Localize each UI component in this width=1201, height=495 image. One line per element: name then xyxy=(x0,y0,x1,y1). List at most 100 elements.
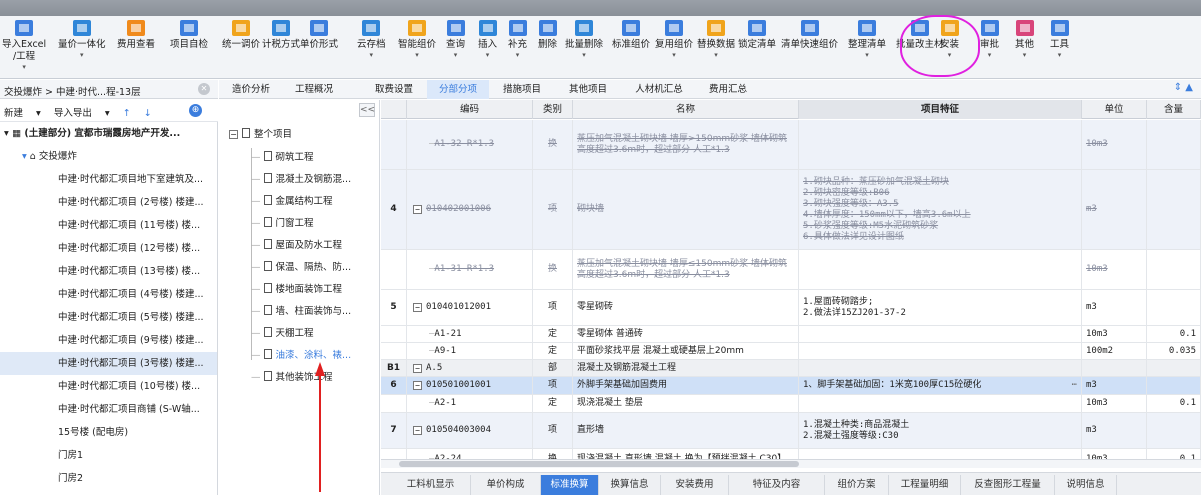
bottom-tab-3[interactable]: 换算信息 xyxy=(599,475,661,495)
ribbon-button-supplement[interactable]: 补充 ▾ xyxy=(508,20,527,60)
cell-feature[interactable]: 1、脚手架基础加固：1米宽100厚C15砼硬化 ⋯ xyxy=(799,377,1082,394)
tab-7[interactable]: 费用汇总 xyxy=(697,80,759,99)
cell-feature[interactable] xyxy=(799,360,1082,376)
tree-root[interactable]: − 整个项目 xyxy=(229,125,292,145)
table-row[interactable]: — A2-1 定 现浇混凝土 垫层 10m3 0.1 xyxy=(381,395,1201,413)
project-tree-item[interactable]: 中建·时代都汇项目 (11号楼) 楼... xyxy=(0,214,217,237)
project-tree-item[interactable]: 中建·时代都汇项目 (12号楼) 楼... xyxy=(0,237,217,260)
tree-node[interactable]: — 金属结构工程 xyxy=(251,192,333,212)
table-row[interactable]: B1 − A.5 部 混凝土及钢筋混凝土工程 xyxy=(381,360,1201,377)
project-tree-item[interactable]: 门房2 xyxy=(0,467,217,490)
bottom-tab-4[interactable]: 安装费用 xyxy=(661,475,729,495)
ribbon-button-delete[interactable]: 删除 xyxy=(538,20,557,51)
ribbon-button-smart-price[interactable]: 智能组价 ▾ xyxy=(398,20,436,60)
project-tree-item[interactable]: 中建·时代都汇项目地下室建筑及... xyxy=(0,168,217,191)
add-circle-icon[interactable]: ⊕ xyxy=(189,104,202,117)
cell-name[interactable]: 直形墙 xyxy=(573,413,799,448)
cell-name[interactable]: 零星砌砖 xyxy=(573,290,799,325)
tree-node[interactable]: — 墙、柱面装饰与... xyxy=(251,302,351,322)
tree-node[interactable]: — 混凝土及钢筋混... xyxy=(251,170,351,190)
project-tree-item[interactable]: ▾ ⌂ 交投爆炸 xyxy=(0,145,217,168)
collapse-row-icon[interactable]: − xyxy=(413,381,422,390)
table-row[interactable]: — A9-1 定 平面砂浆找平层 混凝土或硬基层上20mm 100m2 0.035 xyxy=(381,343,1201,360)
cell-feature[interactable]: 1.砌块品种：蒸压砂加气混凝土砌块 2.砌块密度等级:B06 3.砌块强度等级：… xyxy=(799,170,1082,249)
dropdown-arrow-icon[interactable]: ▾ xyxy=(454,51,458,60)
table-row[interactable]: — A2-24 换现浇混凝土 直形墙 混凝土 换为【预拌混凝土 C30】 10m3 0… xyxy=(381,449,1201,459)
table-row[interactable]: — A1-31 R*1.3 换 蒸压加气混凝土砌块墙 墙厚≤150mm砂浆 墙体砌筑… xyxy=(381,250,1201,290)
dropdown-arrow-icon[interactable]: ▾ xyxy=(486,51,490,60)
dropdown-arrow-icon[interactable]: ▾ xyxy=(22,63,26,72)
tab-bar-controls-icon[interactable]: ⇕ ▲ xyxy=(1174,82,1193,93)
cell-feature[interactable]: 1.混凝土种类:商品混凝土 2.混凝土强度等级:C30 xyxy=(799,413,1082,448)
project-tree-item[interactable]: 中建·时代都汇项目 (10号楼) 楼... xyxy=(0,375,217,398)
project-tree-item[interactable]: 中建·时代都汇项目商铺 (S-W轴... xyxy=(0,398,217,421)
tree-node[interactable]: — 楼地面装饰工程 xyxy=(251,280,342,300)
ribbon-button-other[interactable]: 其他 ▾ xyxy=(1015,20,1034,60)
dropdown-arrow-icon[interactable]: ▾ xyxy=(80,51,84,60)
collapse-row-icon[interactable]: − xyxy=(413,363,422,373)
ribbon-button-replace-data[interactable]: 替换数据 ▾ xyxy=(697,20,735,60)
bottom-tab-0[interactable]: 工料机显示 xyxy=(391,475,471,495)
bottom-tab-2[interactable]: 标准换算 xyxy=(541,475,599,495)
ribbon-button-reuse-price[interactable]: 复用组价 ▾ xyxy=(655,20,693,60)
ribbon-button-unit-price[interactable]: 单价形式 xyxy=(300,20,338,51)
move-down-icon[interactable]: ↓ xyxy=(144,108,152,119)
cell-name[interactable]: 零星砌体 普通砖 xyxy=(573,326,799,342)
ribbon-button-search[interactable]: 查询 ▾ xyxy=(446,20,465,60)
cell-feature[interactable] xyxy=(799,343,1082,359)
horizontal-scrollbar[interactable] xyxy=(381,459,1201,468)
cell-feature[interactable] xyxy=(799,449,1082,459)
ribbon-button-cost-view[interactable]: 费用查看 xyxy=(117,20,155,51)
cell-feature[interactable] xyxy=(799,250,1082,289)
dropdown-arrow-icon[interactable]: ▾ xyxy=(582,51,586,60)
cell-feature[interactable] xyxy=(799,395,1082,412)
move-up-icon[interactable]: ↑ xyxy=(123,108,131,119)
table-row[interactable]: 7 −010504003004 项 直形墙 1.混凝土种类:商品混凝土 2.混凝土强度等… xyxy=(381,413,1201,449)
cell-name[interactable]: 现浇混凝土 直形墙 混凝土 换为【预拌混凝土 C30】 xyxy=(573,449,799,459)
table-row[interactable]: 4 −010402001006 项 砌块墙 1.砌块品种：蒸压砂加气混凝土砌块 2.砌块… xyxy=(381,170,1201,250)
ribbon-button-tools[interactable]: 工具 ▾ xyxy=(1050,20,1069,60)
collapse-row-icon[interactable]: − xyxy=(413,426,422,435)
tab-0[interactable]: 造价分析 xyxy=(219,80,283,99)
ribbon-button-cloud-save[interactable]: 云存档 ▾ xyxy=(357,20,386,60)
ribbon-button-arrange-list[interactable]: 整理清单 ▾ xyxy=(848,20,886,60)
tab-4[interactable]: 措施项目 xyxy=(491,80,553,99)
dropdown-arrow-icon[interactable]: ▾ xyxy=(516,51,520,60)
table-row[interactable]: — A1-32 R*1.3 换 蒸压加气混凝土砌块墙 墙厚>150mm砂浆 墙体砌筑… xyxy=(381,120,1201,170)
ribbon-button-quick-price[interactable]: 清单快速组价 xyxy=(781,20,838,51)
collapse-panel-button[interactable]: << xyxy=(359,103,375,117)
bottom-tab-5[interactable]: 特征及内容 xyxy=(729,475,825,495)
tab-1[interactable]: 工程概况 xyxy=(284,80,344,99)
cell-name[interactable]: 蒸压加气混凝土砌块墙 墙厚≤150mm砂浆 墙体砌筑高度超过3.6m时，超过部分… xyxy=(573,250,799,289)
cell-feature[interactable]: 1.屋面砖砌踏步; 2.做法详15ZJ201-37-2 xyxy=(799,290,1082,325)
dropdown-arrow-icon[interactable]: ▾ xyxy=(1058,51,1062,60)
tree-node[interactable]: — 油漆、涂料、裱... xyxy=(251,346,351,366)
cell-name[interactable]: 现浇混凝土 垫层 xyxy=(573,395,799,412)
project-tree-item[interactable]: 中建·时代都汇项目 (3号楼) 楼建... xyxy=(0,352,217,375)
project-tree-item[interactable]: 中建·时代都汇项目 (4号楼) 楼建... xyxy=(0,283,217,306)
tab-6[interactable]: 人材机汇总 xyxy=(622,80,696,99)
ribbon-button-self-check[interactable]: 项目自检 xyxy=(170,20,208,51)
expand-arrow-icon[interactable]: ▾ xyxy=(4,128,12,139)
new-button[interactable]: 新建 ▾ xyxy=(4,108,41,119)
dropdown-arrow-icon[interactable]: ▾ xyxy=(415,51,419,60)
bottom-tab-1[interactable]: 单价构成 xyxy=(471,475,541,495)
ribbon-button-lock-list[interactable]: 锁定清单 xyxy=(738,20,776,51)
cell-name[interactable]: 混凝土及钢筋混凝土工程 xyxy=(573,360,799,376)
table-row[interactable]: 6 −010501001001 项 外脚手架基础加固费用 1、脚手架基础加固：1米宽10… xyxy=(381,377,1201,395)
cell-name[interactable]: 平面砂浆找平层 混凝土或硬基层上20mm xyxy=(573,343,799,359)
expand-arrow-icon[interactable]: ▾ xyxy=(22,151,30,162)
scroll-thumb[interactable] xyxy=(399,461,799,467)
ribbon-button-insert[interactable]: 插入 ▾ xyxy=(478,20,497,60)
cell-feature[interactable] xyxy=(799,326,1082,342)
tree-node[interactable]: — 天棚工程 xyxy=(251,324,314,344)
dropdown-arrow-icon[interactable]: ▾ xyxy=(1023,51,1027,60)
table-row[interactable]: — A1-21 定 零星砌体 普通砖 10m3 0.1 xyxy=(381,326,1201,343)
project-tree-item[interactable]: 中建·时代都汇项目 (2号楼) 楼建... xyxy=(0,191,217,214)
ribbon-button-approve[interactable]: 审批 ▾ xyxy=(980,20,999,60)
ribbon-button-tax-mode[interactable]: 计税方式 xyxy=(262,20,300,51)
tab-3[interactable]: 分部分项 xyxy=(427,80,489,99)
dropdown-arrow-icon[interactable]: ▾ xyxy=(865,51,869,60)
cell-name[interactable]: 外脚手架基础加固费用 xyxy=(573,377,799,394)
project-tree-item[interactable]: 中建·时代都汇项目 (5号楼) 楼建... xyxy=(0,306,217,329)
